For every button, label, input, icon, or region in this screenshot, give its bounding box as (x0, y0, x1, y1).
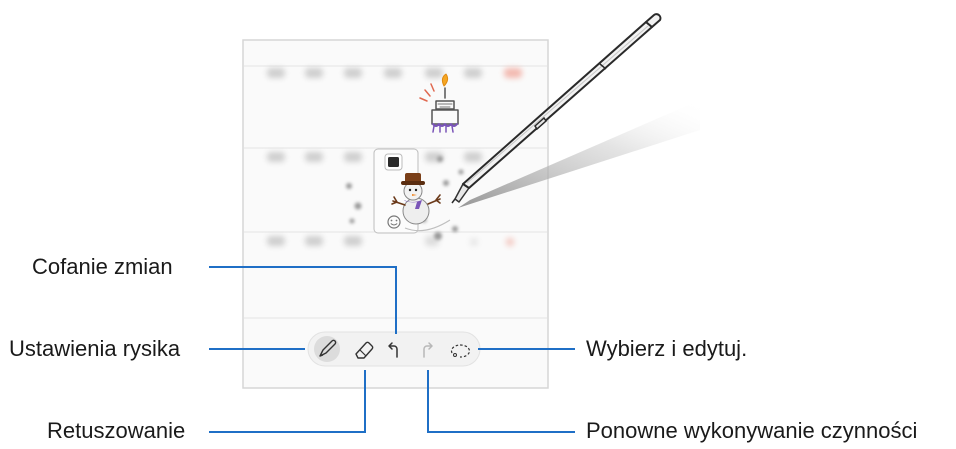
illustration (0, 0, 956, 444)
callout-pen-settings: Ustawienia rysika (9, 336, 181, 361)
callout-eraser: Retuszowanie (47, 418, 186, 443)
callout-redo: Ponowne wykonywanie czynności (586, 418, 918, 443)
callout-select-edit: Wybierz i edytuj. (586, 336, 748, 361)
color-swatch-icon[interactable] (384, 153, 403, 171)
callout-undo: Cofanie zmian (32, 254, 173, 279)
pen-settings-icon[interactable] (314, 336, 340, 362)
illustration-canvas (209, 13, 700, 433)
